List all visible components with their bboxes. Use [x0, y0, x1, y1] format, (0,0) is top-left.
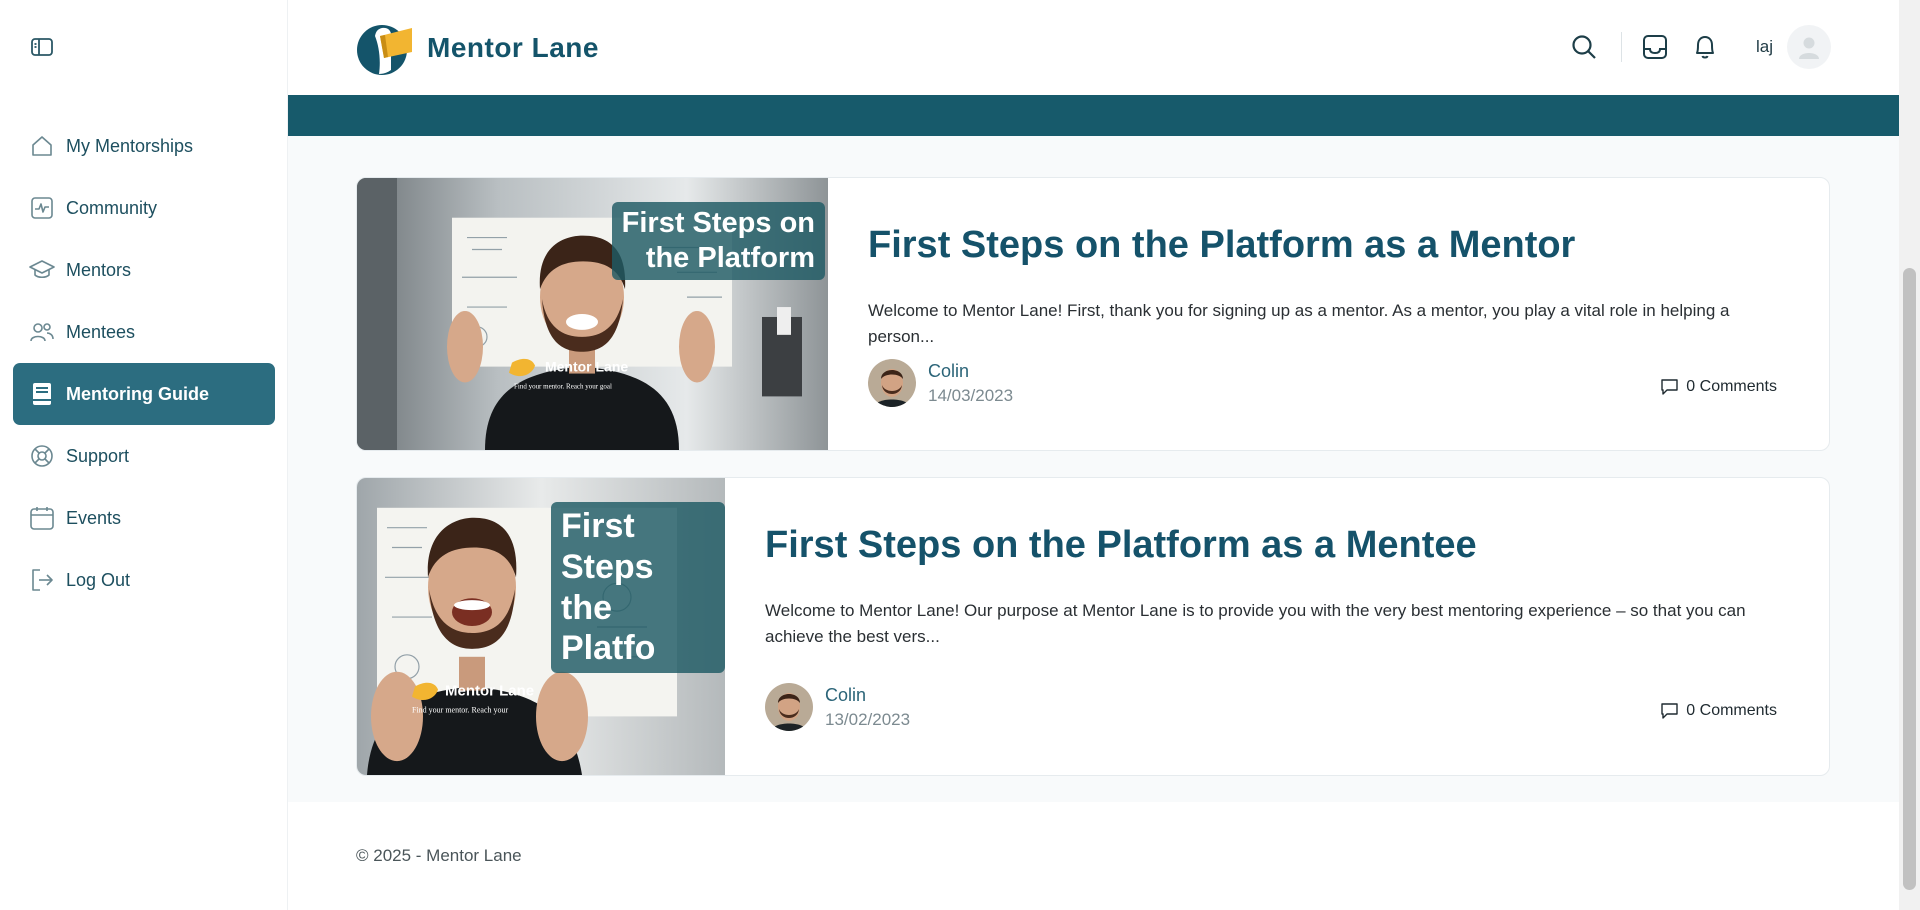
author-name[interactable]: Colin [825, 685, 910, 706]
thumbnail-caption: First Steps on the Platform [611, 202, 825, 280]
post-meta: Colin 13/02/2023 [765, 683, 910, 731]
graduation-cap-icon [29, 257, 55, 283]
user-icon [1799, 37, 1819, 59]
sidebar-item-label: Mentoring Guide [66, 383, 209, 404]
sidebar-item-mentors[interactable]: Mentors [13, 239, 275, 301]
author-name[interactable]: Colin [928, 361, 1013, 382]
sidebar-item-mentees[interactable]: Mentees [13, 301, 275, 363]
header-banner [288, 95, 1899, 136]
comment-icon [1661, 703, 1678, 719]
footer-copyright: © 2025 - Mentor Lane [356, 846, 522, 865]
shirt-tagline-text: Find your mentor. Reach your [412, 705, 508, 714]
sidebar-item-community[interactable]: Community [13, 177, 275, 239]
page-scrollbar[interactable] [1899, 0, 1920, 910]
sidebar-item-label: My Mentorships [66, 135, 194, 156]
sidebar-item-my-mentorships[interactable]: My Mentorships [13, 115, 275, 177]
activity-icon [29, 195, 55, 221]
sidebar-nav: My Mentorships Community Mentors Mentees… [13, 115, 275, 611]
post-title[interactable]: First Steps on the Platform as a Mentor [868, 224, 1789, 268]
author-avatar[interactable] [868, 359, 916, 407]
top-header: Mentor Lane laj [288, 0, 1899, 95]
sidebar-item-events[interactable]: Events [13, 487, 275, 549]
calendar-icon [29, 505, 55, 531]
post-thumbnail[interactable]: Mentor Lane Find your mentor. Reach your… [357, 478, 725, 775]
mentor-lane-logo-icon [357, 25, 412, 75]
book-icon [29, 381, 55, 407]
comments-count: 0 Comments [1686, 378, 1777, 395]
author-info: Colin 14/03/2023 [928, 361, 1013, 406]
search-icon[interactable] [1569, 32, 1599, 62]
inbox-icon[interactable] [1640, 32, 1670, 62]
post-card: Mentor Lane Find your mentor. Reach your… [356, 177, 1830, 451]
scrollbar-thumb[interactable] [1903, 268, 1916, 890]
post-date: 14/03/2023 [928, 385, 1014, 405]
post-body: First Steps on the Platform as a Mentor … [828, 178, 1829, 450]
shirt-brand-text: Mentor Lane [545, 359, 628, 375]
bell-icon[interactable] [1690, 32, 1720, 62]
post-title[interactable]: First Steps on the Platform as a Mentee [765, 524, 1789, 568]
lifebuoy-icon [29, 443, 55, 469]
sidebar-item-label: Mentees [66, 321, 136, 342]
post-excerpt: Welcome to Mentor Lane! Our purpose at M… [765, 600, 1746, 646]
sidebar-item-log-out[interactable]: Log Out [13, 549, 275, 611]
logout-icon [29, 567, 55, 593]
comments-link[interactable]: 0 Comments [1661, 378, 1777, 396]
comments-link[interactable]: 0 Comments [1661, 702, 1777, 720]
sidebar-toggle-icon[interactable] [30, 36, 54, 58]
user-initials[interactable]: laj [1756, 37, 1773, 57]
post-body: First Steps on the Platform as a Mentee … [725, 478, 1829, 775]
sidebar: My Mentorships Community Mentors Mentees… [0, 0, 288, 910]
post-card: Mentor Lane Find your mentor. Reach your… [356, 477, 1830, 776]
sidebar-item-label: Support [66, 445, 130, 466]
sidebar-item-label: Events [66, 507, 122, 528]
comments-count: 0 Comments [1686, 702, 1777, 719]
user-avatar[interactable] [1787, 25, 1831, 69]
sidebar-item-label: Community [66, 197, 158, 218]
sidebar-item-support[interactable]: Support [13, 425, 275, 487]
post-date: 13/02/2023 [825, 709, 911, 729]
post-meta: Colin 14/03/2023 [868, 359, 1013, 407]
thumbnail-caption-text: First Steps the Platfo [561, 507, 656, 668]
author-info: Colin 13/02/2023 [825, 685, 910, 730]
author-avatar[interactable] [765, 683, 813, 731]
post-excerpt: Welcome to Mentor Lane! First, thank you… [868, 300, 1730, 346]
sidebar-item-mentoring-guide[interactable]: Mentoring Guide [13, 363, 275, 425]
comment-icon [1661, 379, 1678, 395]
sidebar-item-label: Log Out [66, 569, 131, 590]
header-divider [1620, 32, 1622, 62]
header-actions: laj [1569, 22, 1831, 72]
users-icon [29, 319, 55, 345]
home-icon [29, 133, 55, 159]
app-name: Mentor Lane [427, 32, 599, 63]
shirt-brand-text: Mentor Lane [445, 683, 534, 700]
app-logo[interactable]: Mentor Lane [355, 20, 599, 76]
main-content: Mentor Lane Find your mentor. Reach your… [288, 136, 1899, 802]
post-thumbnail[interactable]: Mentor Lane Find your mentor. Reach your… [357, 178, 828, 450]
shirt-tagline-text: Find your mentor. Reach your goal [514, 382, 612, 390]
thumbnail-caption: First Steps the Platfo [551, 502, 725, 674]
thumbnail-caption-text: First Steps on the Platform [621, 207, 815, 274]
sidebar-item-label: Mentors [66, 259, 132, 280]
